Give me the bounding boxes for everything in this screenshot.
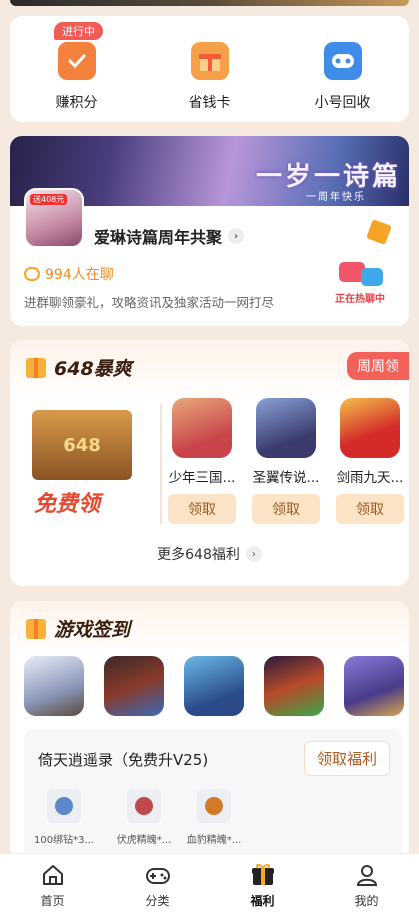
gamepad-icon	[145, 862, 171, 888]
reward-item: 伏虎精魄*...	[114, 789, 174, 846]
banner-title-text: 爱琳诗篇周年共聚	[94, 228, 223, 247]
home-icon	[40, 862, 66, 888]
claim-welfare-button[interactable]: 领取福利	[303, 741, 390, 776]
in-progress-badge: 进行中	[54, 22, 103, 40]
signin-game-list	[24, 656, 404, 718]
game-logo: 送408元	[24, 188, 84, 248]
tiger-soul-icon	[127, 789, 161, 823]
game-name: 少年三国...	[168, 470, 236, 486]
user-icon	[354, 862, 380, 888]
chat-count-text: 994人在聊	[45, 267, 114, 283]
section-title-text: 648暴爽	[54, 358, 132, 380]
chest-text: 648	[63, 434, 101, 456]
more-648-link[interactable]: 更多648福利 ›	[10, 544, 409, 564]
nav-label: 分类	[145, 894, 170, 908]
hot-chat-label: 正在热聊中	[335, 294, 385, 305]
nav-label: 首页	[40, 894, 65, 908]
earn-points-button[interactable]: 进行中 赚积分	[10, 16, 143, 122]
game-icon[interactable]	[172, 398, 232, 458]
reward-label: 血豹精魄*...	[186, 835, 242, 846]
nav-profile[interactable]: 我的	[314, 854, 419, 915]
banner-game-title[interactable]: 爱琳诗篇周年共聚 ›	[94, 224, 245, 248]
chevron-right-icon: ›	[228, 228, 245, 244]
chat-count: 994人在聊	[24, 264, 114, 284]
reward-item: 血豹精魄*...	[184, 789, 244, 846]
free-claim-label: 免费领	[34, 492, 101, 517]
chevron-right-icon: ›	[245, 546, 262, 562]
reward-label: 100绑钻*3...	[34, 835, 94, 846]
treasure-chest-icon: 648	[32, 410, 132, 480]
quick-menu-card: 进行中 赚积分 省钱卡 小号回收	[10, 16, 409, 122]
game-card: 剑雨九天... 领取	[332, 398, 408, 524]
game-card: 少年三国... 领取	[164, 398, 240, 524]
gift-card-icon	[190, 42, 229, 80]
anniversary-banner-card[interactable]: 一岁一诗篇 一周年快乐 送408元 爱琳诗篇周年共聚 › 994人在聊 进群聊领…	[10, 136, 409, 326]
reward-item: 100绑钻*3...	[34, 789, 94, 846]
more-648-text: 更多648福利	[157, 547, 240, 563]
section-title: 游戏签到	[26, 615, 130, 642]
game-icon[interactable]	[24, 656, 84, 716]
gift-box-icon	[366, 219, 392, 245]
gift-icon	[26, 618, 46, 639]
diamond-bag-icon	[47, 789, 81, 823]
chat-bubble-icon	[361, 268, 383, 286]
weekly-badge: 周周领	[347, 352, 409, 380]
game-icon[interactable]	[184, 656, 244, 716]
banner-description: 进群聊领豪礼，攻略资讯及独家活动一网打尽	[24, 295, 275, 310]
nav-category[interactable]: 分类	[105, 854, 210, 915]
gamepad-recycle-icon	[323, 42, 362, 80]
section-title-text: 游戏签到	[54, 619, 131, 641]
task-check-icon	[57, 42, 96, 80]
section-648: 648暴爽 周周领 648 免费领 少年三国... 领取 圣翼传说... 领取 …	[10, 340, 409, 586]
savings-card-button[interactable]: 省钱卡	[143, 16, 276, 122]
game-tag: 送408元	[30, 194, 68, 205]
nav-label: 福利	[250, 894, 275, 908]
hot-chat-button[interactable]: 正在热聊中	[335, 262, 393, 306]
leopard-soul-icon	[197, 789, 231, 823]
game-icon[interactable]	[104, 656, 164, 716]
game-icon[interactable]	[344, 656, 404, 716]
signin-game-name: 倚天逍遥录（免费升V25)	[38, 751, 209, 769]
banner-subline: 一周年快乐	[306, 192, 366, 203]
claim-button[interactable]: 领取	[336, 494, 404, 524]
bottom-nav: 首页 分类 福利 我的	[0, 853, 419, 915]
quick-item-label: 赚积分	[55, 95, 98, 111]
signin-detail-panel: 倚天逍遥录（免费升V25) 领取福利 100绑钻*3... 伏虎精魄*... 血…	[24, 729, 402, 861]
claim-button[interactable]: 领取	[252, 494, 320, 524]
divider	[160, 404, 162, 524]
account-recycle-button[interactable]: 小号回收	[276, 16, 409, 122]
game-icon[interactable]	[264, 656, 324, 716]
section-title: 648暴爽	[26, 354, 132, 381]
game-name: 圣翼传说...	[252, 470, 320, 486]
gift-icon	[26, 357, 46, 378]
gift-icon	[250, 862, 276, 888]
quick-item-label: 省钱卡	[188, 95, 231, 111]
game-icon[interactable]	[340, 398, 400, 458]
nav-welfare[interactable]: 福利	[210, 854, 315, 915]
quick-item-label: 小号回收	[314, 95, 371, 111]
claim-button[interactable]: 领取	[168, 494, 236, 524]
top-banner-edge	[10, 0, 409, 6]
reward-label: 伏虎精魄*...	[116, 835, 172, 846]
game-name: 剑雨九天...	[336, 470, 404, 486]
chat-bubble-icon	[24, 267, 40, 281]
game-card: 圣翼传说... 领取	[248, 398, 324, 524]
nav-label: 我的	[354, 894, 379, 908]
nav-home[interactable]: 首页	[0, 854, 105, 915]
game-icon[interactable]	[256, 398, 316, 458]
game-signin-section: 游戏签到 倚天逍遥录（免费升V25) 领取福利 100绑钻*3... 伏虎精魄*…	[10, 601, 409, 861]
